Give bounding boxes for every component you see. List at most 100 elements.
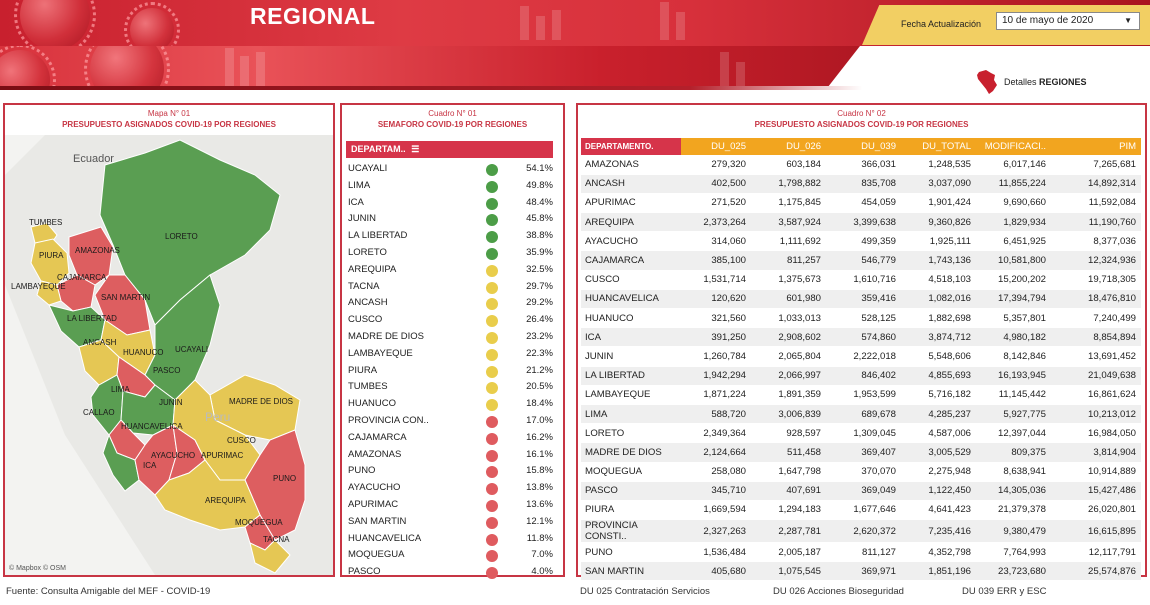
table-row[interactable]: PUNO 1,536,484 2,005,187 811,127 4,352,798 7,… — [581, 542, 1141, 563]
map-label-ecuador: Ecuador — [73, 153, 114, 165]
column-header[interactable]: PIM — [1051, 138, 1141, 155]
table-cell-value: 4,980,182 — [976, 327, 1051, 348]
table-cell-value: 1,175,845 — [751, 193, 826, 214]
table-cell-value: 369,971 — [826, 561, 901, 582]
table-cell-value: 25,574,876 — [1051, 561, 1141, 582]
map-label-san-martin: SAN MARTIN — [101, 293, 151, 302]
column-header[interactable]: DU_TOTAL — [901, 138, 976, 155]
table-row[interactable]: ANCASH 402,500 1,798,882 835,708 3,037,090 11… — [581, 174, 1141, 194]
semaforo-dept: ICA — [348, 196, 364, 208]
semaforo-row[interactable]: LORETO 35.9% — [348, 245, 553, 262]
table-row[interactable]: HUANUCO 321,560 1,033,013 528,125 1,882,698 5… — [581, 308, 1141, 329]
table-cell-dept: PIURA — [581, 500, 681, 521]
map-label-tumbes: TUMBES — [29, 218, 63, 227]
table-row[interactable]: SAN MARTIN 405,680 1,075,545 369,971 1,851,1… — [581, 561, 1141, 582]
semaforo-row[interactable]: CAJAMARCA 16.2% — [348, 430, 553, 447]
table-row[interactable]: JUNIN 1,260,784 2,065,804 2,222,018 5,548,60… — [581, 346, 1141, 367]
semaforo-row[interactable]: ANCASH 29.2% — [348, 295, 553, 312]
semaforo-row[interactable]: LIMA 49.8% — [348, 178, 553, 195]
column-header[interactable]: DU_039 — [826, 138, 901, 155]
table-cell-value: 2,620,372 — [826, 519, 901, 544]
detalles-bold: REGIONES — [1039, 77, 1087, 87]
semaforo-pct: 48.4% — [526, 196, 553, 208]
column-header[interactable]: DU_026 — [751, 138, 826, 155]
table-row[interactable]: AREQUIPA 2,373,264 3,587,924 3,399,638 9,360… — [581, 212, 1141, 233]
table-row[interactable]: PASCO 345,710 407,691 369,049 1,122,450 14,30… — [581, 481, 1141, 501]
semaforo-row[interactable]: AYACUCHO 13.8% — [348, 480, 553, 497]
table-cell-value: 10,914,889 — [1051, 462, 1141, 482]
semaforo-dept: TUMBES — [348, 381, 388, 393]
semaforo-row[interactable]: LAMBAYEQUE 22.3% — [348, 346, 553, 363]
table-subtitle: PRESUPUESTO ASIGNADOS COVID-19 POR REGIO… — [754, 120, 969, 129]
table-cell-dept: ANCASH — [581, 174, 681, 194]
map-label-lima: LIMA — [111, 385, 130, 394]
table-row[interactable]: PROVINCIA CONSTI.. 2,327,263 2,287,781 2,62… — [581, 519, 1141, 544]
semaforo-row[interactable]: ICA 48.4% — [348, 195, 553, 212]
semaforo-pct: 12.1% — [526, 515, 553, 527]
table-row[interactable]: MADRE DE DIOS 2,124,664 511,458 369,407 3,00… — [581, 442, 1141, 463]
semaforo-row[interactable]: LA LIBERTAD 38.8% — [348, 228, 553, 245]
table-row[interactable]: LAMBAYEQUE 1,871,224 1,891,359 1,953,599 5,7… — [581, 385, 1141, 405]
semaforo-row[interactable]: AREQUIPA 32.5% — [348, 262, 553, 279]
semaforo-row[interactable]: JUNIN 45.8% — [348, 211, 553, 228]
semaforo-pct: 26.4% — [526, 314, 553, 326]
table-row[interactable]: CAJAMARCA 385,100 811,257 546,779 1,743,136 1… — [581, 250, 1141, 271]
semaforo-row[interactable]: MOQUEGUA 7.0% — [348, 547, 553, 564]
table-cell-value: 1,829,934 — [976, 212, 1051, 233]
semaforo-row[interactable]: PROVINCIA CON.. 17.0% — [348, 413, 553, 430]
semaforo-row[interactable]: TACNA 29.7% — [348, 279, 553, 296]
table-cell-value: 17,394,794 — [976, 289, 1051, 310]
table-row[interactable]: LORETO 2,349,364 928,597 1,309,045 4,587,006… — [581, 423, 1141, 444]
table-row[interactable]: LA LIBERTAD 1,942,294 2,066,997 846,402 4,85… — [581, 366, 1141, 386]
semaforo-pct: 21.2% — [526, 364, 553, 376]
detalles-regiones-link[interactable]: Detalles REGIONES — [976, 68, 1087, 96]
table-cell-value: 11,855,224 — [976, 174, 1051, 194]
semaforo-row[interactable]: HUANUCO 18.4% — [348, 396, 553, 413]
semaforo-header[interactable]: DEPARTAM.. ☰ — [346, 141, 553, 158]
table-cell-value: 511,458 — [751, 442, 826, 463]
semaforo-row[interactable]: SAN MARTIN 12.1% — [348, 514, 553, 531]
status-dot-icon — [486, 432, 498, 445]
table-row[interactable]: MOQUEGUA 258,080 1,647,798 370,070 2,275,948… — [581, 462, 1141, 482]
status-dot-icon — [486, 399, 498, 412]
semaforo-row[interactable]: AMAZONAS 16.1% — [348, 447, 553, 464]
footer-du025: DU 025 Contratación Servicios — [580, 586, 710, 597]
column-header[interactable]: DEPARTAMENTO. — [581, 138, 681, 155]
table-row[interactable]: HUANCAVELICA 120,620 601,980 359,416 1,082,0… — [581, 289, 1141, 310]
semaforo-row[interactable]: CUSCO 26.4% — [348, 312, 553, 329]
table-cell-value: 1,082,016 — [901, 289, 976, 310]
table-row[interactable]: AMAZONAS 279,320 603,184 366,031 1,248,535 6,… — [581, 155, 1141, 175]
table-cell-value: 1,647,798 — [751, 462, 826, 482]
peru-region-map[interactable] — [5, 135, 333, 575]
semaforo-row[interactable]: APURIMAC 13.6% — [348, 497, 553, 514]
table-cell-value: 9,690,660 — [976, 193, 1051, 214]
semaforo-pct: 11.8% — [526, 532, 553, 544]
budget-table: DEPARTAMENTO. DU_025 DU_026 DU_039 DU_TOTAL M… — [581, 138, 1141, 582]
semaforo-row[interactable]: TUMBES 20.5% — [348, 379, 553, 396]
semaforo-dept: MADRE DE DIOS — [348, 331, 425, 342]
virus-graphic — [14, 0, 96, 46]
table-row[interactable]: APURIMAC 271,520 1,175,845 454,059 1,901,424… — [581, 193, 1141, 214]
table-cell-value: 1,871,224 — [681, 385, 751, 405]
semaforo-pct: 13.6% — [526, 499, 553, 510]
status-dot-icon — [486, 533, 498, 546]
table-row[interactable]: LIMA 588,720 3,006,839 689,678 4,285,237 5,92… — [581, 404, 1141, 425]
table-row[interactable]: CUSCO 1,531,714 1,375,673 1,610,716 4,518,10… — [581, 270, 1141, 290]
column-header[interactable]: MODIFICACI.. — [976, 138, 1051, 155]
semaforo-pct: 7.0% — [531, 549, 553, 561]
table-row[interactable]: ICA 391,250 2,908,602 574,860 3,874,712 4,980… — [581, 327, 1141, 348]
semaforo-row[interactable]: HUANCAVELICA 11.8% — [348, 531, 553, 548]
table-cell-value: 369,049 — [826, 481, 901, 501]
status-dot-icon — [486, 348, 498, 361]
semaforo-row[interactable]: PASCO 4.0% — [348, 564, 553, 581]
date-dropdown[interactable]: 10 de mayo de 2020 ▼ — [996, 12, 1140, 30]
semaforo-row[interactable]: PUNO 15.8% — [348, 463, 553, 480]
map-label-cusco: CUSCO — [227, 436, 256, 445]
column-header[interactable]: DU_025 — [681, 138, 751, 155]
semaforo-row[interactable]: PIURA 21.2% — [348, 363, 553, 380]
table-row[interactable]: PIURA 1,669,594 1,294,183 1,677,646 4,641,42… — [581, 500, 1141, 521]
sort-icon[interactable]: ☰ — [411, 144, 419, 154]
semaforo-row[interactable]: UCAYALI 54.1% — [348, 161, 553, 178]
semaforo-row[interactable]: MADRE DE DIOS 23.2% — [348, 329, 553, 346]
table-row[interactable]: AYACUCHO 314,060 1,111,692 499,359 1,925,111… — [581, 231, 1141, 252]
